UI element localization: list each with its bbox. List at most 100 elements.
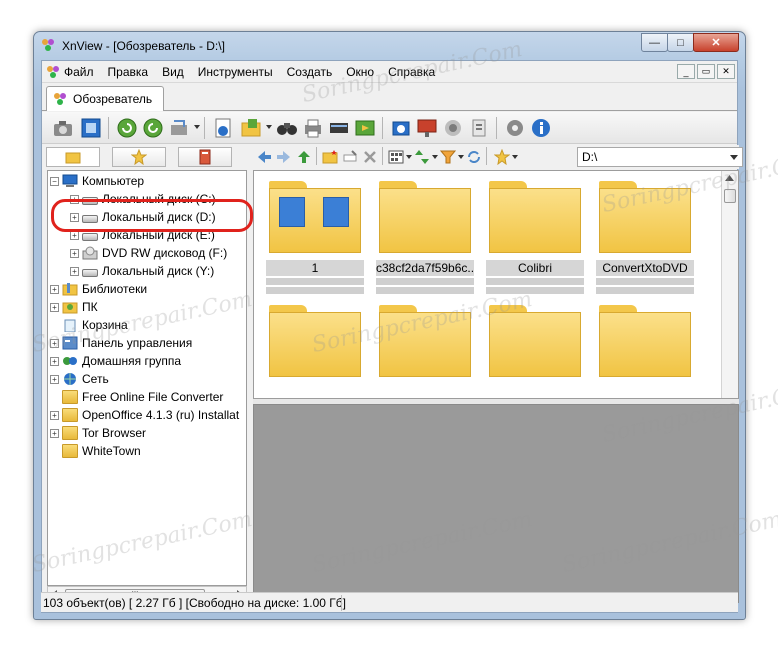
view-mode-icon[interactable] — [388, 149, 404, 165]
expand-icon[interactable]: + — [50, 374, 59, 384]
scroll-up-icon[interactable] — [722, 171, 737, 185]
thumbnail-item[interactable] — [486, 295, 584, 398]
folder-open-icon[interactable] — [238, 115, 264, 141]
menu-item[interactable]: Файл — [64, 65, 94, 79]
sort-icon[interactable] — [414, 149, 430, 165]
settings-icon[interactable] — [502, 115, 528, 141]
mdi-controls: _ ▭ ✕ — [675, 64, 735, 79]
filter-icon[interactable] — [440, 149, 456, 165]
mdi-document-icon[interactable] — [46, 65, 60, 79]
tree-item[interactable]: + ПК — [50, 298, 98, 316]
rename-icon[interactable] — [342, 149, 358, 165]
tree-item[interactable]: + Tor Browser — [50, 424, 146, 442]
folder-thumbnail-icon — [269, 181, 361, 253]
tree-item[interactable]: + Панель управления — [50, 334, 192, 352]
refresh-cw-icon[interactable] — [140, 115, 166, 141]
tab-bar: Обозреватель — [42, 83, 737, 111]
mdi-minimize-button[interactable]: _ — [677, 64, 695, 79]
tree-item[interactable]: WhiteTown — [50, 442, 141, 460]
tree-item[interactable]: Корзина — [50, 316, 128, 334]
thumbnail-item[interactable] — [376, 295, 474, 398]
expand-icon[interactable]: + — [50, 410, 59, 420]
menu-item[interactable]: Окно — [346, 65, 374, 79]
forward-arrow-icon[interactable] — [276, 149, 292, 165]
favorites-tab-icon[interactable] — [112, 147, 166, 167]
path-combobox[interactable]: D:\ — [577, 147, 743, 167]
maximize-button[interactable]: □ — [667, 33, 694, 52]
tab-browser[interactable]: Обозреватель — [46, 86, 164, 111]
xnview-tab-icon — [54, 93, 66, 105]
tree-item[interactable]: + DVD RW дисковод (F:) — [70, 244, 227, 262]
thumbnail-item[interactable] — [596, 295, 694, 398]
tab-label: Обозреватель — [73, 92, 153, 106]
thumbnail-caption: 1 — [266, 260, 364, 276]
transfer-icon[interactable] — [166, 115, 192, 141]
tree-item[interactable]: + Локальный диск (Y:) — [70, 262, 214, 280]
chart-icon[interactable] — [414, 115, 440, 141]
thumbnail-vertical-scrollbar[interactable] — [721, 171, 738, 398]
tree-item[interactable]: + Домашняя группа — [50, 352, 181, 370]
new-folder-icon[interactable] — [322, 149, 338, 165]
thumbnail-view: 1 c38cf2da7f59b6c... Colibri ConvertXtoDVD — [253, 170, 739, 399]
tree-item-label: DVD RW дисковод (F:) — [102, 246, 228, 260]
binoculars-icon[interactable] — [274, 115, 300, 141]
print-icon[interactable] — [300, 115, 326, 141]
tree-item-label: Домашняя группа — [82, 354, 182, 368]
scanner-icon[interactable] — [326, 115, 352, 141]
up-folder-icon[interactable] — [296, 149, 312, 165]
camera-icon[interactable] — [50, 115, 76, 141]
menu-item[interactable]: Создать — [287, 65, 333, 79]
sync-icon[interactable] — [466, 149, 482, 165]
title-bar[interactable]: XnView - [Обозреватель - D:\] — □ ✕ — [34, 32, 745, 60]
slideshow-icon[interactable] — [352, 115, 378, 141]
folder-thumbnail-icon — [599, 305, 691, 377]
tree-item[interactable]: − Компьютер — [50, 172, 144, 190]
tree-item[interactable]: + Библиотеки — [50, 280, 147, 298]
favorites-star-icon[interactable] — [494, 149, 510, 165]
thumbnail-item[interactable]: ConvertXtoDVD — [596, 171, 694, 294]
menu-items: Файл Правка Вид Инструменты Создать Окно Справ… — [64, 65, 449, 79]
tree-item[interactable]: + OpenOffice 4.1.3 (ru) Installat — [50, 406, 239, 424]
thumbnail-item[interactable]: c38cf2da7f59b6c... — [376, 171, 474, 294]
close-button[interactable]: ✕ — [693, 33, 739, 52]
menu-item[interactable]: Вид — [162, 65, 184, 79]
back-arrow-icon[interactable] — [256, 149, 272, 165]
info-icon[interactable] — [528, 115, 554, 141]
navigation-bar: D:\ — [252, 145, 743, 169]
delete-icon[interactable] — [362, 149, 378, 165]
thumbnail-caption: c38cf2da7f59b6c... — [376, 260, 474, 276]
minimize-button[interactable]: — — [641, 33, 668, 52]
status-bar: 103 объект(ов) [ 2.27 Гб ] [Свободно на … — [41, 592, 738, 612]
window-controls: — □ ✕ — [641, 33, 739, 52]
folders-tab-icon[interactable] — [46, 147, 100, 167]
menu-item[interactable]: Инструменты — [198, 65, 273, 79]
tool-icon[interactable] — [466, 115, 492, 141]
file-info-icon[interactable] — [210, 115, 236, 141]
mdi-close-button[interactable]: ✕ — [717, 64, 735, 79]
expand-icon[interactable]: + — [70, 266, 79, 276]
expand-icon[interactable]: + — [50, 428, 59, 438]
expand-icon[interactable]: + — [50, 356, 59, 366]
expand-icon[interactable]: + — [70, 248, 79, 258]
menu-item[interactable]: Правка — [108, 65, 149, 79]
expand-icon[interactable]: + — [50, 284, 59, 294]
refresh-ccw-icon[interactable] — [114, 115, 140, 141]
tree-item[interactable]: + Сеть — [50, 370, 109, 388]
expand-icon[interactable]: + — [50, 338, 59, 348]
app-window: XnView - [Обозреватель - D:\] — □ ✕ Файл… — [33, 31, 746, 620]
expand-icon[interactable]: + — [50, 302, 59, 312]
menu-item[interactable]: Справка — [388, 65, 435, 79]
thumbnail-item[interactable] — [266, 295, 364, 398]
capture-icon[interactable] — [388, 115, 414, 141]
collapse-icon[interactable]: − — [50, 176, 59, 186]
tree-item[interactable]: Free Online File Converter — [50, 388, 223, 406]
mdi-restore-button[interactable]: ▭ — [697, 64, 715, 79]
thumbnail-item[interactable]: Colibri — [486, 171, 584, 294]
categories-tab-icon[interactable] — [178, 147, 232, 167]
network-share-icon[interactable] — [440, 115, 466, 141]
tree-item-label: WhiteTown — [82, 444, 141, 458]
fullscreen-icon[interactable] — [78, 115, 104, 141]
thumbnail-item[interactable]: 1 — [266, 171, 364, 294]
vertical-scroll-thumb[interactable] — [724, 189, 736, 203]
chevron-down-icon[interactable] — [730, 155, 738, 160]
